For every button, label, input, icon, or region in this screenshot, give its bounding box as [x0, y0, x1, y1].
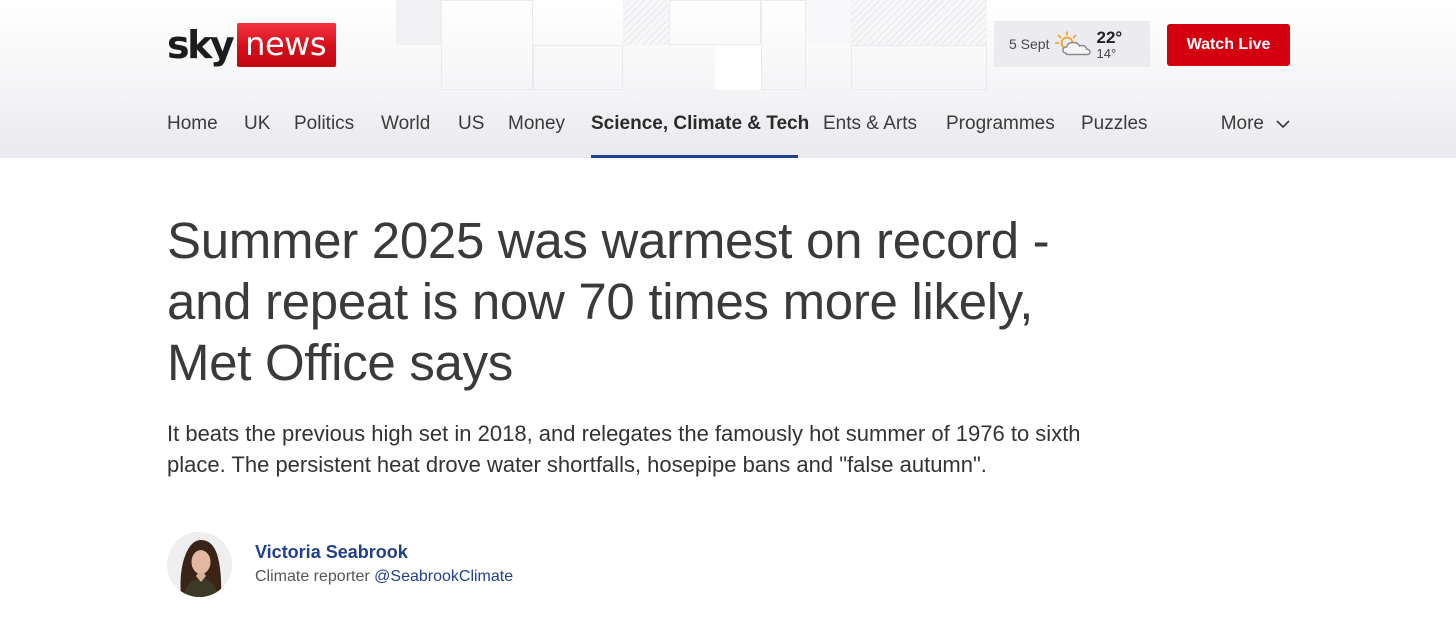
author-byline: Victoria Seabrook Climate reporter @Seab…	[167, 532, 513, 597]
header-decoration	[669, 0, 761, 45]
sun-cloud-icon	[1055, 31, 1092, 56]
nav-item-us[interactable]: US	[458, 110, 484, 138]
sky-news-logo[interactable]: sky news	[167, 22, 336, 68]
nav-more-label: More	[1220, 113, 1264, 134]
nav-item-money[interactable]: Money	[508, 110, 565, 138]
header-decoration	[396, 0, 441, 45]
header-decoration	[851, 45, 987, 90]
header-decoration	[623, 0, 669, 45]
chevron-down-icon	[1276, 120, 1290, 129]
header-decoration	[806, 0, 851, 45]
header-decoration	[851, 0, 987, 45]
nav-item-world[interactable]: World	[381, 110, 430, 138]
weather-low-temp: 14°	[1096, 45, 1117, 61]
nav-item-science-climate-tech[interactable]: Science, Climate & Tech	[591, 110, 809, 138]
weather-temperatures: 22° 14°	[1096, 29, 1122, 60]
logo-news-text: news	[237, 23, 336, 67]
nav-item-home[interactable]: Home	[167, 110, 218, 138]
header-decoration	[715, 45, 761, 90]
nav-item-puzzles[interactable]: Puzzles	[1081, 110, 1148, 138]
weather-high-temp: 22°	[1096, 27, 1123, 47]
author-twitter-handle[interactable]: @SeabrookClimate	[374, 568, 513, 585]
header-decoration	[761, 0, 806, 90]
main-nav: Home UK Politics World US Money Science,…	[167, 110, 1290, 158]
author-name-link[interactable]: Victoria Seabrook	[255, 540, 513, 564]
author-role: Climate reporter	[255, 568, 370, 585]
weather-date: 5 Sept	[1009, 36, 1050, 52]
watch-live-button[interactable]: Watch Live	[1167, 24, 1290, 66]
article-standfirst: It beats the previous high set in 2018, …	[167, 421, 1081, 477]
header-decoration	[533, 45, 623, 90]
nav-more-button[interactable]: More	[1221, 110, 1290, 138]
nav-item-ents-arts[interactable]: Ents & Arts	[823, 110, 917, 138]
site-header: sky news 5 Sept 22° 14° Watch Live Home …	[0, 0, 1456, 158]
author-meta: Climate reporter @SeabrookClimate	[255, 565, 513, 589]
weather-widget[interactable]: 5 Sept 22° 14°	[994, 21, 1150, 67]
author-photo	[167, 532, 232, 597]
article-headline: Summer 2025 was warmest on record - and …	[167, 212, 1050, 391]
logo-sky-text: sky	[167, 23, 235, 67]
nav-item-programmes[interactable]: Programmes	[946, 110, 1055, 138]
active-nav-indicator	[591, 155, 798, 158]
header-decoration	[441, 0, 533, 90]
nav-item-uk[interactable]: UK	[244, 110, 270, 138]
author-info: Victoria Seabrook Climate reporter @Seab…	[255, 540, 513, 589]
author-avatar[interactable]	[167, 532, 232, 597]
nav-item-politics[interactable]: Politics	[294, 110, 354, 138]
